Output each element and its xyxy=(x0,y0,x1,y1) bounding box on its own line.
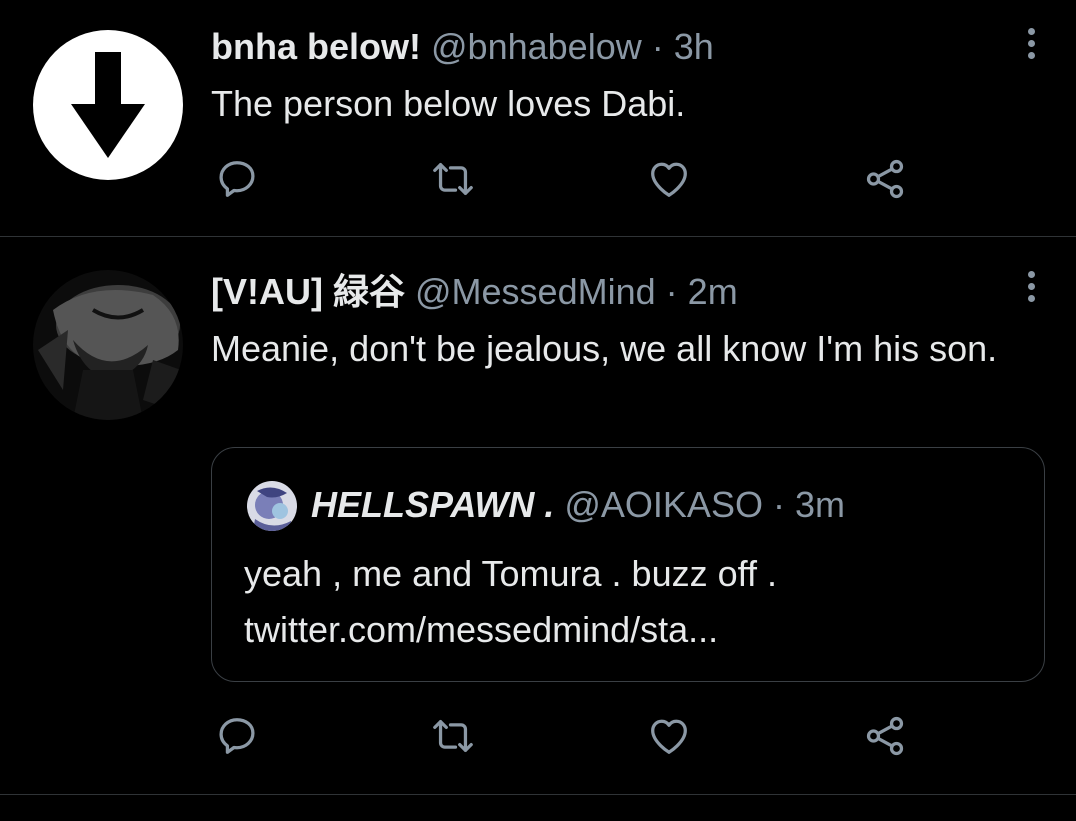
avatar[interactable] xyxy=(247,481,297,531)
profile-picture xyxy=(247,481,297,531)
share-icon xyxy=(866,716,904,756)
tweet-header: [V!AU] 緑谷 @MessedMind · 2m xyxy=(211,270,738,314)
quote-header: HELLSPAWN . @AOIKASO · 3m xyxy=(311,480,845,530)
separator-dot: · xyxy=(665,271,678,312)
reply-icon xyxy=(219,718,255,754)
like-icon xyxy=(651,719,687,754)
quote-text-line: yeah , me and Tomura . buzz off . xyxy=(244,553,777,594)
like-button[interactable] xyxy=(646,156,696,206)
like-icon xyxy=(651,162,687,197)
tweet-text: The person below loves Dabi. xyxy=(211,83,686,124)
more-options-icon[interactable] xyxy=(1026,28,1036,64)
like-button[interactable] xyxy=(646,713,696,763)
reply-button[interactable] xyxy=(214,156,264,206)
tweet[interactable]: [V!AU] 緑谷 @MessedMind · 2m Meanie, don't… xyxy=(0,237,1076,795)
timestamp[interactable]: 2m xyxy=(688,271,738,312)
retweet-button[interactable] xyxy=(430,156,480,206)
quote-text: yeah , me and Tomura . buzz off . twitte… xyxy=(244,546,1014,658)
separator-dot: · xyxy=(772,484,785,525)
retweet-icon xyxy=(433,719,473,753)
share-button[interactable] xyxy=(862,156,912,206)
tweet-actions xyxy=(0,713,1076,763)
tweet[interactable]: bnha below! @bnhabelow · 3h The person b… xyxy=(0,0,1076,237)
tweet-header: bnha below! @bnhabelow · 3h xyxy=(211,25,714,69)
profile-picture xyxy=(33,270,183,420)
display-name[interactable]: [V!AU] 緑谷 xyxy=(211,271,405,312)
tweet-text: Meanie, don't be jealous, we all know I'… xyxy=(211,328,998,369)
timestamp[interactable]: 3m xyxy=(795,484,845,525)
retweet-button[interactable] xyxy=(430,713,480,763)
quote-link[interactable]: twitter.com/messedmind/sta... xyxy=(244,602,1014,658)
user-handle[interactable]: @MessedMind xyxy=(415,271,656,312)
reply-icon xyxy=(219,161,255,197)
share-icon xyxy=(866,159,904,199)
share-button[interactable] xyxy=(862,713,912,763)
retweet-icon xyxy=(433,162,473,196)
quoted-tweet[interactable]: HELLSPAWN . @AOIKASO · 3m yeah , me and … xyxy=(211,447,1045,682)
reply-button[interactable] xyxy=(214,713,264,763)
tweet-actions xyxy=(0,156,1076,206)
timestamp[interactable]: 3h xyxy=(674,26,714,67)
avatar[interactable] xyxy=(33,270,183,420)
user-handle[interactable]: @AOIKASO xyxy=(564,484,763,525)
display-name[interactable]: bnha below! xyxy=(211,26,421,67)
more-options-icon[interactable] xyxy=(1026,271,1036,307)
display-name[interactable]: HELLSPAWN . xyxy=(311,484,554,525)
separator-dot: · xyxy=(651,26,664,67)
user-handle[interactable]: @bnhabelow xyxy=(431,26,642,67)
